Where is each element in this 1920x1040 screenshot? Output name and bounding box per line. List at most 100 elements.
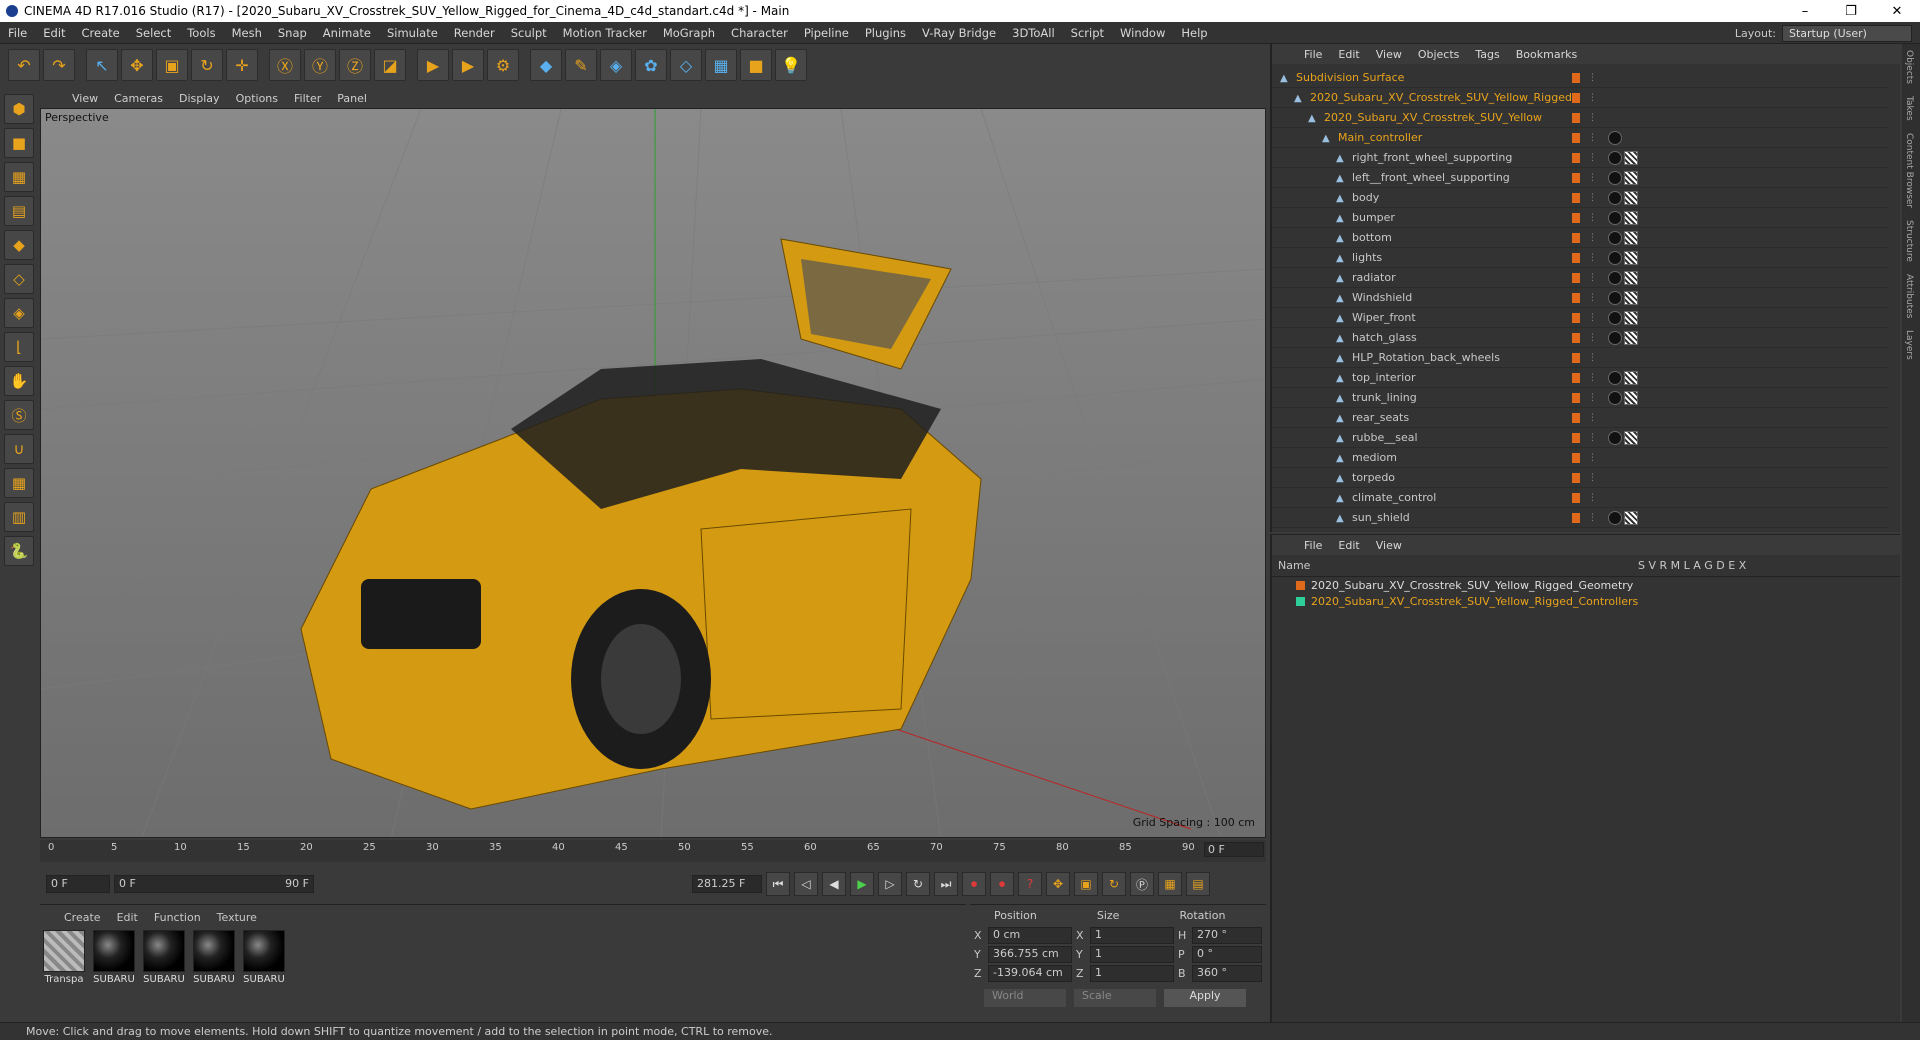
object-row[interactable]: ▲ torpedo ⋮ <box>1272 468 1888 488</box>
menu-window[interactable]: Window <box>1112 26 1173 40</box>
position-y-field[interactable]: 366.755 cm <box>988 946 1072 963</box>
key-scale-icon[interactable]: ▣ <box>1074 872 1098 896</box>
visibility-dots-icon[interactable]: ⋮ <box>1588 493 1597 503</box>
deformer-icon[interactable]: ◇ <box>670 49 702 81</box>
layer-color-indicator[interactable] <box>1572 312 1580 323</box>
menu-render[interactable]: Render <box>446 26 503 40</box>
texture-tag-icon[interactable] <box>1624 270 1638 285</box>
render-view-icon[interactable]: ▶ <box>417 49 449 81</box>
planar-workplane-icon[interactable]: ▥ <box>4 502 34 532</box>
layer-color-indicator[interactable] <box>1572 212 1580 223</box>
visibility-dots-icon[interactable]: ⋮ <box>1588 133 1597 143</box>
texture-tag-icon[interactable] <box>1624 190 1638 205</box>
texture-tag-icon[interactable] <box>1624 210 1638 225</box>
viewport-menu-filter[interactable]: Filter <box>286 92 329 105</box>
material-item[interactable]: SUBARU <box>192 930 236 985</box>
pen-spline-icon[interactable]: ✎ <box>565 49 597 81</box>
viewport-menu-display[interactable]: Display <box>171 92 228 105</box>
object-row[interactable]: ▲ bottom ⋮ <box>1272 228 1888 248</box>
texture-mode-icon[interactable]: ▦ <box>4 162 34 192</box>
size-y-field[interactable]: 1 <box>1090 946 1174 963</box>
move-icon[interactable]: ✥ <box>121 49 153 81</box>
end-frame-field[interactable]: 281.25 F <box>692 875 762 893</box>
layer-color-indicator[interactable] <box>1572 92 1580 103</box>
visibility-dots-icon[interactable]: ⋮ <box>1588 153 1597 163</box>
rotate-icon[interactable]: ↻ <box>191 49 223 81</box>
visibility-dots-icon[interactable]: ⋮ <box>1588 253 1597 263</box>
layer-color-indicator[interactable] <box>1572 432 1580 443</box>
material-menu-texture[interactable]: Texture <box>217 911 257 924</box>
visibility-dots-icon[interactable]: ⋮ <box>1588 173 1597 183</box>
viewport-menu-view[interactable]: View <box>64 92 106 105</box>
side-tab-structure[interactable]: Structure <box>1902 214 1916 268</box>
visibility-dots-icon[interactable]: ⋮ <box>1588 333 1597 343</box>
menu-motion-tracker[interactable]: Motion Tracker <box>555 26 655 40</box>
texture-tag-icon[interactable] <box>1624 510 1638 525</box>
menu-tools[interactable]: Tools <box>179 26 223 40</box>
object-row[interactable]: ▲ radiator ⋮ <box>1272 268 1888 288</box>
objects-menu-file[interactable]: File <box>1296 48 1330 61</box>
layer-color-indicator[interactable] <box>1572 192 1580 203</box>
key-rotation-icon[interactable]: ↻ <box>1102 872 1126 896</box>
object-row[interactable]: ▲ left__front_wheel_supporting ⋮ <box>1272 168 1888 188</box>
layer-color-indicator[interactable] <box>1572 132 1580 143</box>
timeline-ruler[interactable]: 0 5 10 15 20 25 30 35 40 45 50 55 60 65 … <box>40 840 1266 862</box>
rotation-h-field[interactable]: 270 ° <box>1192 927 1262 944</box>
current-frame-field[interactable]: 0 F <box>1204 842 1264 857</box>
close-button[interactable]: ✕ <box>1874 0 1920 22</box>
previous-frame-icon[interactable]: ◀ <box>822 872 846 896</box>
layers-menu-file[interactable]: File <box>1296 539 1330 552</box>
layers-menu-view[interactable]: View <box>1368 539 1410 552</box>
record-keys-icon[interactable]: ⏺ <box>962 872 986 896</box>
material-item[interactable]: SUBARU <box>242 930 286 985</box>
texture-tag-icon[interactable] <box>1624 250 1638 265</box>
transform-icon[interactable]: ✛ <box>226 49 258 81</box>
menu-edit[interactable]: Edit <box>35 26 73 40</box>
floor-icon[interactable]: ▦ <box>705 49 737 81</box>
visibility-dots-icon[interactable]: ⋮ <box>1588 113 1597 123</box>
render-settings-icon[interactable]: ⚙ <box>487 49 519 81</box>
visibility-dots-icon[interactable]: ⋮ <box>1588 233 1597 243</box>
viewport-menu-panel[interactable]: Panel <box>329 92 375 105</box>
visibility-dots-icon[interactable]: ⋮ <box>1588 373 1597 383</box>
visibility-dots-icon[interactable]: ⋮ <box>1588 313 1597 323</box>
material-tag-icon[interactable] <box>1608 310 1622 325</box>
visibility-dots-icon[interactable]: ⋮ <box>1588 453 1597 463</box>
material-tag-icon[interactable] <box>1608 190 1622 205</box>
coordinate-system-icon[interactable]: ◪ <box>374 49 406 81</box>
layer-color-indicator[interactable] <box>1572 232 1580 243</box>
object-row[interactable]: ▲ Wiper_front ⋮ <box>1272 308 1888 328</box>
texture-tag-icon[interactable] <box>1624 330 1638 345</box>
play-icon[interactable]: ▶ <box>850 872 874 896</box>
rotation-p-field[interactable]: 0 ° <box>1192 946 1262 963</box>
layer-color-indicator[interactable] <box>1572 292 1580 303</box>
go-to-start-icon[interactable]: ⏮ <box>766 872 790 896</box>
menu-mograph[interactable]: MoGraph <box>655 26 723 40</box>
object-row[interactable]: ▲ body ⋮ <box>1272 188 1888 208</box>
object-row[interactable]: ▲ lights ⋮ <box>1272 248 1888 268</box>
next-frame-icon[interactable]: ▷ <box>878 872 902 896</box>
layout-dropdown[interactable]: Startup (User) <box>1782 24 1912 42</box>
scale-icon[interactable]: ▣ <box>156 49 188 81</box>
edges-mode-icon[interactable]: ◇ <box>4 264 34 294</box>
workplane-icon[interactable]: ▤ <box>4 196 34 226</box>
object-row[interactable]: ▲ HLP_Rotation_back_wheels ⋮ <box>1272 348 1888 368</box>
object-row[interactable]: ▲ Subdivision Surface ⋮ <box>1272 68 1888 88</box>
material-tag-icon[interactable] <box>1608 150 1622 165</box>
size-z-field[interactable]: 1 <box>1090 965 1174 982</box>
visibility-dots-icon[interactable]: ⋮ <box>1588 193 1597 203</box>
material-menu-edit[interactable]: Edit <box>117 911 138 924</box>
visibility-dots-icon[interactable]: ⋮ <box>1588 293 1597 303</box>
side-tab-takes[interactable]: Takes <box>1902 90 1916 127</box>
y-axis-icon[interactable]: Ⓨ <box>304 49 336 81</box>
tweak-icon[interactable]: ✋ <box>4 366 34 396</box>
make-editable-icon[interactable]: ⬢ <box>4 94 34 124</box>
layer-color-indicator[interactable] <box>1572 332 1580 343</box>
coordinate-mode-dropdown[interactable]: World <box>984 989 1066 1007</box>
material-tag-icon[interactable] <box>1608 270 1622 285</box>
key-position-icon[interactable]: ✥ <box>1046 872 1070 896</box>
material-item[interactable]: SUBARU <box>92 930 136 985</box>
layer-color-indicator[interactable] <box>1572 472 1580 483</box>
object-row[interactable]: ▲ rear_seats ⋮ <box>1272 408 1888 428</box>
material-tag-icon[interactable] <box>1608 250 1622 265</box>
